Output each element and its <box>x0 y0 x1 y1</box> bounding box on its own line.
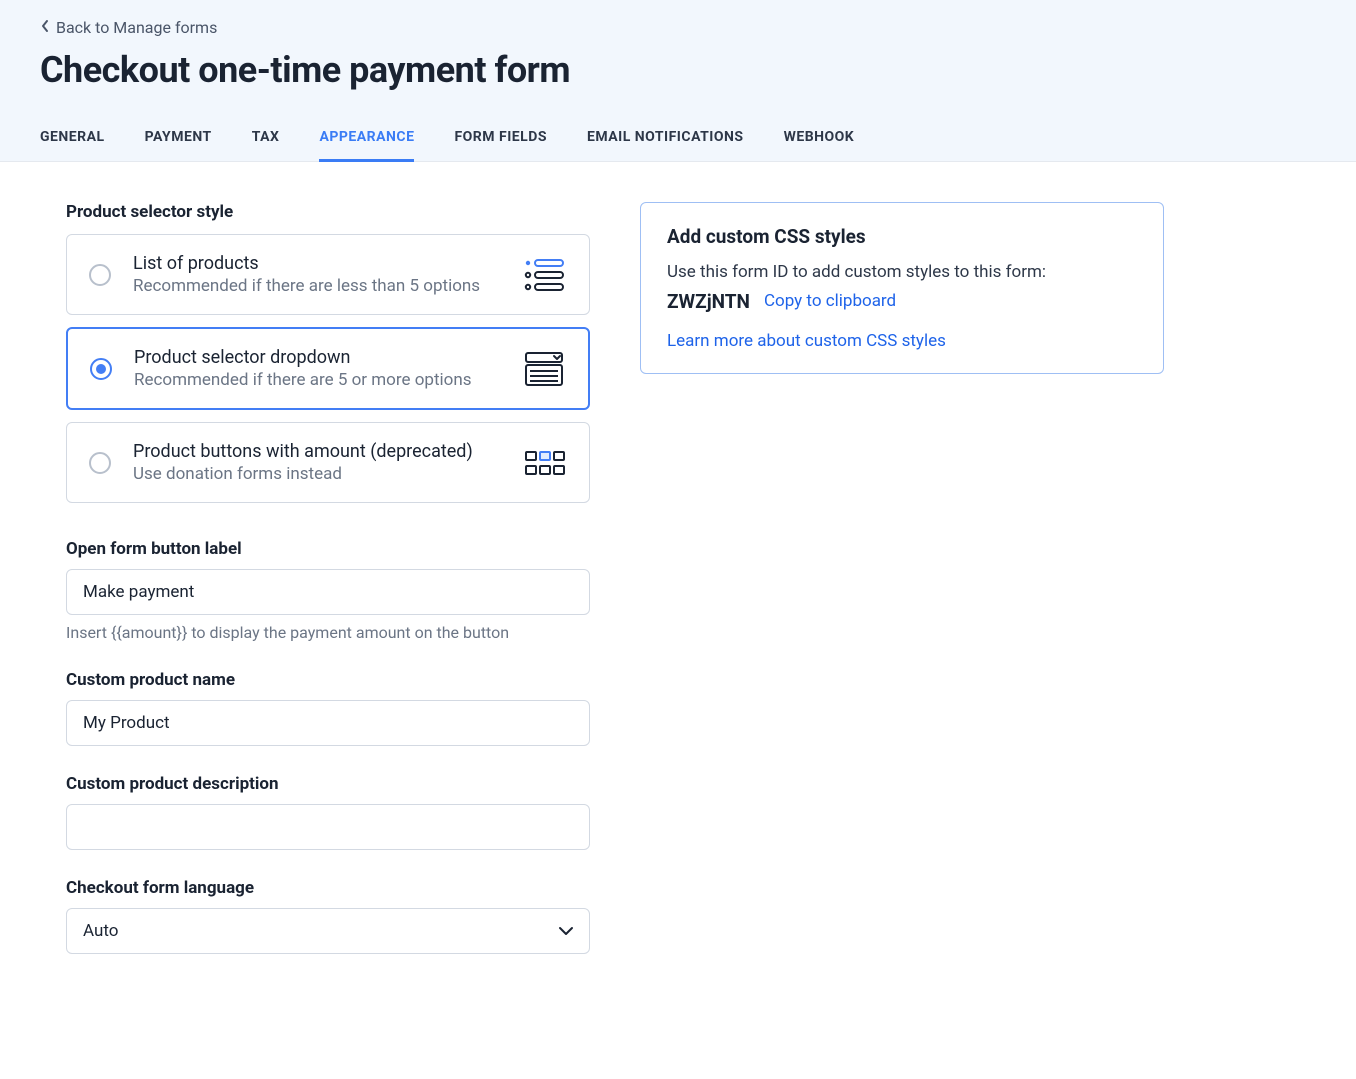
tab-form-fields[interactable]: FORM FIELDS <box>454 119 547 162</box>
custom-product-name-label: Custom product name <box>66 670 590 690</box>
copy-form-id-button[interactable]: Copy to clipboard <box>764 291 896 311</box>
tab-general[interactable]: GENERAL <box>40 119 105 162</box>
page-title: Checkout one-time payment form <box>40 49 1316 91</box>
tab-email-notifications[interactable]: EMAIL NOTIFICATIONS <box>587 119 744 162</box>
custom-product-name-input[interactable] <box>66 700 590 746</box>
css-panel-desc: Use this form ID to add custom styles to… <box>667 260 1137 286</box>
open-form-button-label: Open form button label <box>66 539 590 559</box>
option-subtitle: Use donation forms instead <box>133 464 501 484</box>
product-selector-style-group: List of products Recommended if there ar… <box>66 234 590 503</box>
buttons-style-icon <box>523 450 567 476</box>
product-selector-style-label: Product selector style <box>66 202 590 222</box>
tab-webhook[interactable]: WEBHOOK <box>784 119 855 162</box>
tab-bar: GENERAL PAYMENT TAX APPEARANCE FORM FIEL… <box>40 119 1316 161</box>
radio-icon <box>89 264 111 286</box>
list-style-icon <box>523 258 567 292</box>
open-form-button-input[interactable] <box>66 569 590 615</box>
dropdown-style-icon <box>522 351 566 387</box>
back-link-label: Back to Manage forms <box>56 18 217 37</box>
option-title: List of products <box>133 253 501 274</box>
option-title: Product buttons with amount (deprecated) <box>133 441 501 462</box>
radio-icon <box>90 358 112 380</box>
tab-payment[interactable]: PAYMENT <box>145 119 212 162</box>
learn-more-css-link[interactable]: Learn more about custom CSS styles <box>667 331 946 351</box>
tab-tax[interactable]: TAX <box>252 119 280 162</box>
css-panel-title: Add custom CSS styles <box>667 225 1137 248</box>
form-id-value: ZWZjNTN <box>667 290 750 313</box>
option-subtitle: Recommended if there are less than 5 opt… <box>133 276 501 296</box>
option-subtitle: Recommended if there are 5 or more optio… <box>134 370 500 390</box>
radio-icon <box>89 452 111 474</box>
style-option-dropdown[interactable]: Product selector dropdown Recommended if… <box>66 327 590 410</box>
option-title: Product selector dropdown <box>134 347 500 368</box>
chevron-left-icon <box>40 18 50 37</box>
custom-product-description-label: Custom product description <box>66 774 590 794</box>
tab-appearance[interactable]: APPEARANCE <box>319 119 414 162</box>
checkout-language-select[interactable]: Auto <box>66 908 590 954</box>
custom-css-panel: Add custom CSS styles Use this form ID t… <box>640 202 1164 374</box>
style-option-buttons[interactable]: Product buttons with amount (deprecated)… <box>66 422 590 503</box>
checkout-language-label: Checkout form language <box>66 878 590 898</box>
checkout-language-value: Auto <box>83 921 118 941</box>
custom-product-description-input[interactable] <box>66 804 590 850</box>
back-to-manage-forms-link[interactable]: Back to Manage forms <box>40 18 217 37</box>
open-form-button-help: Insert {{amount}} to display the payment… <box>66 623 590 642</box>
style-option-list[interactable]: List of products Recommended if there ar… <box>66 234 590 315</box>
